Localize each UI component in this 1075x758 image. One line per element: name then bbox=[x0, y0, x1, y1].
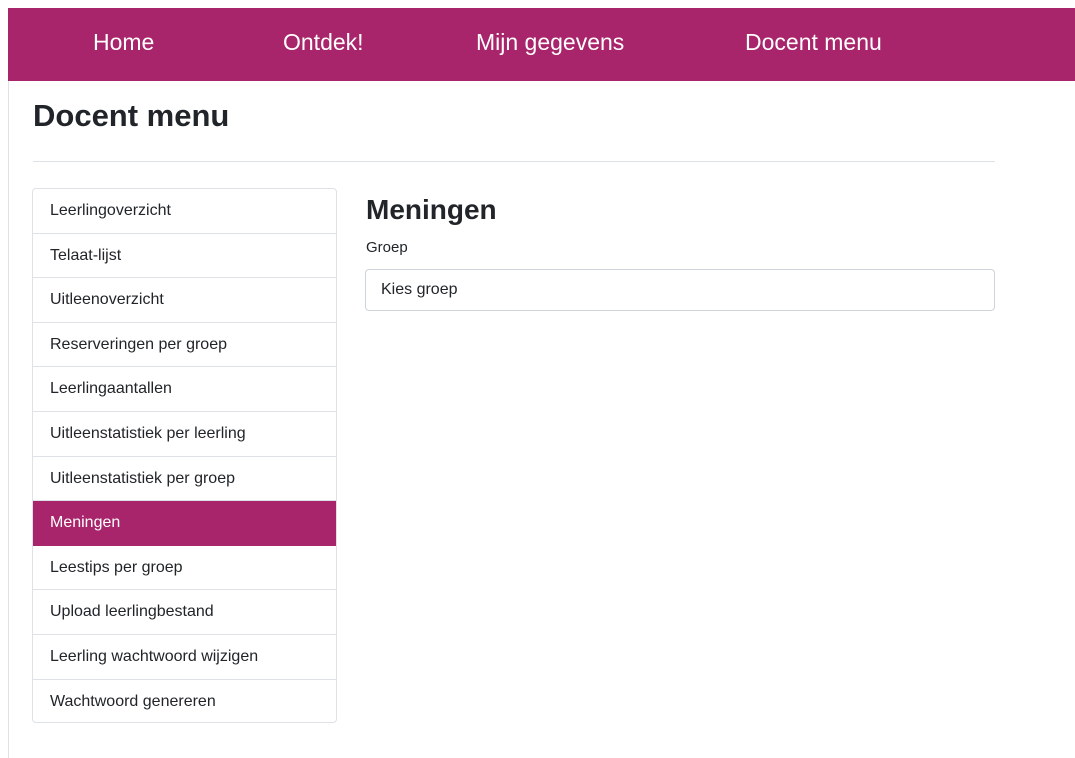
sidebar-item-reserveringen-per-groep[interactable]: Reserveringen per groep bbox=[33, 323, 336, 368]
section-title: Meningen bbox=[366, 194, 497, 225]
nav-mijn-gegevens-link[interactable]: Mijn gegevens bbox=[476, 8, 624, 81]
page: Home Ontdek! Mijn gegevens Docent menu D… bbox=[0, 0, 1075, 758]
sidebar-item-leerlingoverzicht[interactable]: Leerlingoverzicht bbox=[33, 189, 336, 234]
sidebar-menu: Leerlingoverzicht Telaat-lijst Uitleenov… bbox=[32, 188, 337, 723]
sidebar-item-uitleenstatistiek-per-groep[interactable]: Uitleenstatistiek per groep bbox=[33, 457, 336, 502]
sidebar-item-uitleenstatistiek-per-leerling[interactable]: Uitleenstatistiek per leerling bbox=[33, 412, 336, 457]
nav-ontdek-link[interactable]: Ontdek! bbox=[283, 8, 364, 81]
sidebar-item-leerlingaantallen[interactable]: Leerlingaantallen bbox=[33, 367, 336, 412]
group-select[interactable]: Kies groep bbox=[365, 269, 995, 311]
nav-home-link[interactable]: Home bbox=[93, 8, 154, 81]
sidebar-item-uitleenoverzicht[interactable]: Uitleenoverzicht bbox=[33, 278, 336, 323]
group-field-label: Groep bbox=[366, 239, 408, 256]
sidebar-item-wachtwoord-genereren[interactable]: Wachtwoord genereren bbox=[33, 680, 336, 722]
sidebar-item-leerling-wachtwoord-wijzigen[interactable]: Leerling wachtwoord wijzigen bbox=[33, 635, 336, 680]
sidebar-item-upload-leerlingbestand[interactable]: Upload leerlingbestand bbox=[33, 590, 336, 635]
nav-docent-menu-link[interactable]: Docent menu bbox=[745, 8, 882, 81]
left-border-line bbox=[8, 80, 9, 758]
page-title: Docent menu bbox=[33, 98, 230, 133]
sidebar-item-telaat-lijst[interactable]: Telaat-lijst bbox=[33, 234, 336, 279]
top-navigation-bar: Home Ontdek! Mijn gegevens Docent menu bbox=[8, 8, 1075, 81]
sidebar-item-leestips-per-groep[interactable]: Leestips per groep bbox=[33, 546, 336, 591]
sidebar-item-meningen[interactable]: Meningen bbox=[33, 501, 336, 546]
title-divider bbox=[33, 161, 995, 162]
